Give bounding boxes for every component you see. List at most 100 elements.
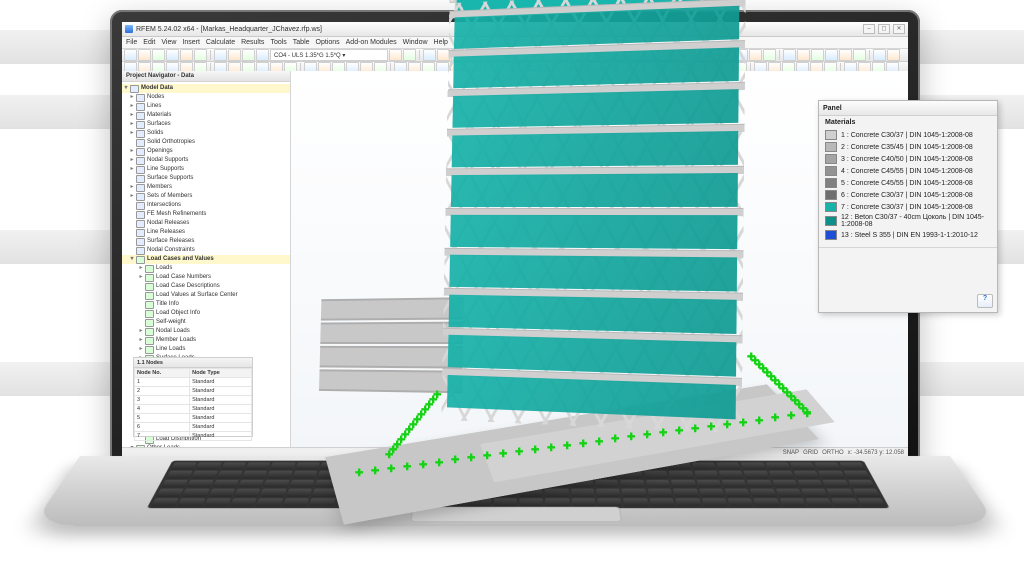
material-legend-item[interactable]: 6 : Concrete C30/37 | DIN 1045-1:2008-08: [819, 189, 997, 201]
tree-item[interactable]: ▸Surfaces: [122, 120, 290, 129]
tree-item[interactable]: Load Object Info: [122, 309, 290, 318]
toolbar-button[interactable]: [811, 49, 824, 61]
tree-item[interactable]: Surface Supports: [122, 174, 290, 183]
menu-results[interactable]: Results: [241, 39, 264, 46]
toolbar-button[interactable]: [873, 49, 886, 61]
material-legend-item[interactable]: 4 : Concrete C45/55 | DIN 1045-1:2008-08: [819, 165, 997, 177]
loadcase-dropdown[interactable]: CO4 - ULS 1.35*G 1.5*Q ▾: [270, 49, 388, 61]
toolbar-button[interactable]: [403, 49, 416, 61]
tree-item[interactable]: ▸Nodal Loads: [122, 327, 290, 336]
tree-item[interactable]: ▸Lines: [122, 102, 290, 111]
toolbar-button[interactable]: [228, 49, 241, 61]
menu-help[interactable]: Help: [434, 39, 448, 46]
toolbar-button[interactable]: [256, 49, 269, 61]
menu-edit[interactable]: Edit: [143, 39, 155, 46]
material-legend-item[interactable]: 7 : Concrete C30/37 | DIN 1045-1:2008-08: [819, 201, 997, 213]
table-row[interactable]: 2Standard: [135, 387, 252, 396]
material-legend-item[interactable]: 3 : Concrete C40/50 | DIN 1045-1:2008-08: [819, 153, 997, 165]
material-legend-item[interactable]: 5 : Concrete C45/55 | DIN 1045-1:2008-08: [819, 177, 997, 189]
toolbar-button[interactable]: [555, 49, 568, 61]
toolbar-button[interactable]: [825, 49, 838, 61]
menu-add-on-modules[interactable]: Add-on Modules: [346, 39, 397, 46]
tree-item[interactable]: ▸Line Supports: [122, 165, 290, 174]
close-button[interactable]: ✕: [893, 24, 905, 34]
toolbar-button[interactable]: [693, 49, 706, 61]
model-viewport[interactable]: [291, 71, 908, 448]
toolbar-button[interactable]: [389, 49, 402, 61]
tree-item[interactable]: Intersections: [122, 201, 290, 210]
toolbar-button[interactable]: [451, 49, 464, 61]
tree-item[interactable]: ▸Solids: [122, 129, 290, 138]
toolbar-button[interactable]: [166, 49, 179, 61]
toolbar-button[interactable]: [659, 49, 672, 61]
toolbar-button[interactable]: [839, 49, 852, 61]
tree-item[interactable]: ▸Nodes: [122, 93, 290, 102]
panel-title[interactable]: Panel: [819, 101, 997, 116]
tree-item[interactable]: Line Releases: [122, 228, 290, 237]
tree-item[interactable]: Load Values at Surface Center: [122, 291, 290, 300]
material-legend-item[interactable]: 12 : Beton C30/37 - 40cm Цоколь | DIN 10…: [819, 213, 997, 229]
tree-item[interactable]: ▸Loads: [122, 264, 290, 273]
tree-item[interactable]: ▸Materials: [122, 111, 290, 120]
tree-item[interactable]: ▸Nodal Supports: [122, 156, 290, 165]
toolbar-button[interactable]: [138, 49, 151, 61]
toolbar-button[interactable]: [513, 49, 526, 61]
menu-calculate[interactable]: Calculate: [206, 39, 235, 46]
toolbar-button[interactable]: [569, 49, 582, 61]
toolbar-button[interactable]: [423, 49, 436, 61]
menu-file[interactable]: File: [126, 39, 137, 46]
tree-item[interactable]: Load Case Descriptions: [122, 282, 290, 291]
material-legend-item[interactable]: 1 : Concrete C30/37 | DIN 1045-1:2008-08: [819, 129, 997, 141]
materials-panel[interactable]: Panel Materials 1 : Concrete C30/37 | DI…: [818, 100, 998, 313]
toolbar-button[interactable]: [853, 49, 866, 61]
toolbar-button[interactable]: [603, 49, 616, 61]
tree-item[interactable]: ▸Member Loads: [122, 336, 290, 345]
tree-item[interactable]: ▸Load Case Numbers: [122, 273, 290, 282]
table-row[interactable]: 5Standard: [135, 414, 252, 423]
toolbar-button[interactable]: [214, 49, 227, 61]
toolbar-button[interactable]: [242, 49, 255, 61]
toolbar-button[interactable]: [783, 49, 796, 61]
tree-item[interactable]: ▸Members: [122, 183, 290, 192]
menu-tools[interactable]: Tools: [270, 39, 286, 46]
tree-item[interactable]: Nodal Releases: [122, 219, 290, 228]
menu-insert[interactable]: Insert: [182, 39, 200, 46]
toolbar-button[interactable]: [180, 49, 193, 61]
menu-table[interactable]: Table: [293, 39, 310, 46]
toolbar-button[interactable]: [465, 49, 478, 61]
minimize-button[interactable]: –: [863, 24, 875, 34]
maximize-button[interactable]: ◻: [878, 24, 890, 34]
tree-item[interactable]: FE Mesh Refinements: [122, 210, 290, 219]
table-row[interactable]: 4Standard: [135, 405, 252, 414]
toolbar-button[interactable]: [527, 49, 540, 61]
nodes-table-panel[interactable]: 1.1 Nodes Node No.Node Type1Standard2Sta…: [133, 357, 253, 437]
table-row[interactable]: 3Standard: [135, 396, 252, 405]
table-row[interactable]: 1Standard: [135, 378, 252, 387]
toolbar-button[interactable]: [124, 49, 137, 61]
title-bar[interactable]: RFEM 5.24.02 x64 - [Markas_Headquarter_J…: [122, 22, 908, 37]
col-header[interactable]: Node Type: [190, 369, 252, 378]
toolbar-button[interactable]: [631, 49, 644, 61]
toolbar-button[interactable]: [721, 49, 734, 61]
toolbar-button[interactable]: [763, 49, 776, 61]
toolbar-button[interactable]: [735, 49, 748, 61]
toolbar-button[interactable]: [493, 49, 506, 61]
tree-item[interactable]: ▾Load Cases and Values: [122, 255, 290, 264]
toolbar-button[interactable]: [152, 49, 165, 61]
tree-item[interactable]: Solid Orthotropies: [122, 138, 290, 147]
help-button[interactable]: ?: [977, 294, 993, 308]
material-legend-item[interactable]: 13 : Steel S 355 | DIN EN 1993-1-1:2010-…: [819, 229, 997, 241]
toolbar-button[interactable]: [673, 49, 686, 61]
tree-item[interactable]: ▸Openings: [122, 147, 290, 156]
toolbar-button[interactable]: [541, 49, 554, 61]
toolbar-button[interactable]: [617, 49, 630, 61]
toolbar-button[interactable]: [645, 49, 658, 61]
toolbar-button[interactable]: [479, 49, 492, 61]
table-row[interactable]: 7Standard: [135, 432, 252, 441]
nodes-table[interactable]: Node No.Node Type1Standard2Standard3Stan…: [134, 368, 252, 441]
toolbar-button[interactable]: [437, 49, 450, 61]
toolbar-button[interactable]: [583, 49, 596, 61]
toolbar-button[interactable]: [194, 49, 207, 61]
table-row[interactable]: 6Standard: [135, 423, 252, 432]
tree-item[interactable]: Title Info: [122, 300, 290, 309]
